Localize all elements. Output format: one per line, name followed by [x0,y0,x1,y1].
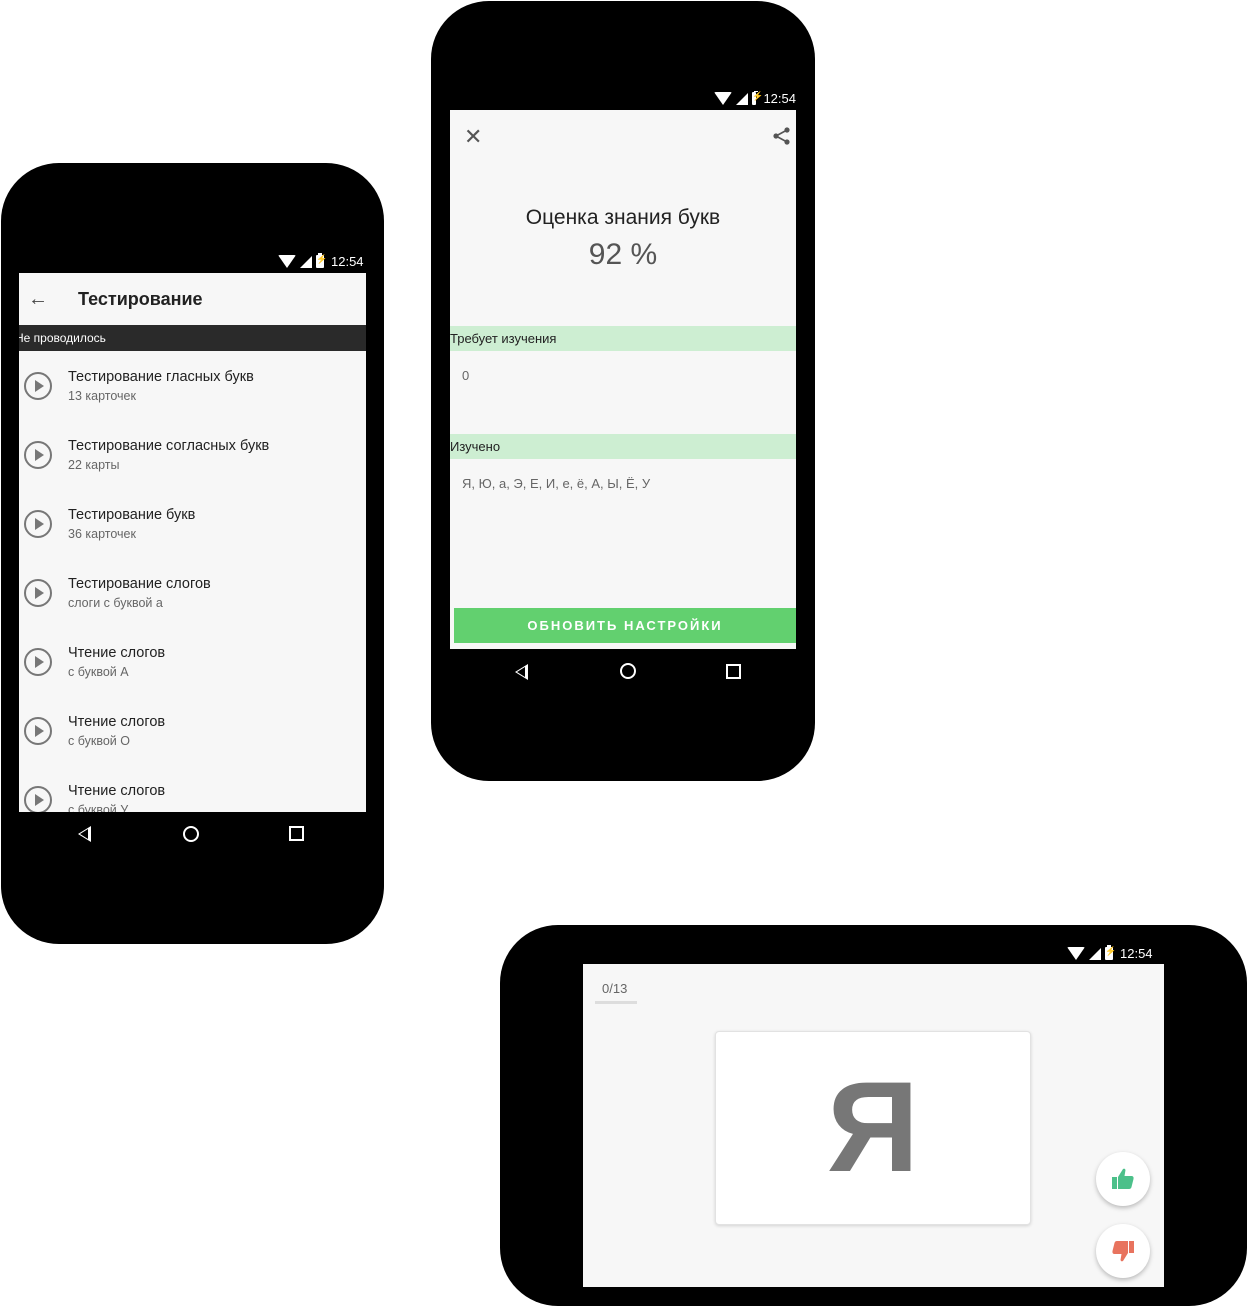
close-icon[interactable]: ✕ [464,124,482,150]
screen-testing-list: ← Тестирование Не проводилось Тестирован… [19,273,366,812]
item-title: Чтение слогов [68,644,166,661]
play-circle-icon[interactable] [24,440,52,469]
share-icon[interactable] [772,126,792,146]
item-title: Чтение слогов [68,713,166,730]
nav-recent-icon[interactable] [289,826,304,841]
wifi-icon [1067,947,1085,960]
battery-icon [752,91,764,105]
app-bar: ← Тестирование [19,273,366,325]
item-title: Тестирование согласных букв [68,437,270,454]
nav-home-icon[interactable] [620,663,636,679]
page-title: Тестирование [78,288,203,309]
section-header: Не проводилось [19,325,366,351]
status-bar: 12:54 [278,253,364,269]
wifi-icon [714,92,732,105]
item-subtitle: с буквой О [68,733,130,748]
back-arrow-icon[interactable]: ← [28,288,48,311]
flashcard[interactable]: Я [715,1031,1031,1225]
signal-icon [1089,947,1101,960]
test-list: Тестирование гласных букв 13 карточек Те… [19,351,366,812]
needs-study-value: 0 [462,368,470,383]
status-time: 12:54 [1120,946,1153,961]
item-title: Тестирование слогов [68,575,211,592]
list-item[interactable]: Чтение слогов с буквой У [19,765,366,812]
item-title: Тестирование гласных букв [68,368,254,385]
card-letter: Я [827,1056,919,1199]
status-time: 12:54 [331,254,364,269]
item-subtitle: с буквой У [68,802,129,813]
list-item[interactable]: Чтение слогов с буквой А [19,627,366,696]
list-item[interactable]: Чтение слогов с буквой О [19,696,366,765]
item-subtitle: слоги с буквой а [68,595,163,610]
learned-header: Изучено [450,434,796,459]
list-item[interactable]: Тестирование слогов слоги с буквой а [19,558,366,627]
list-item[interactable]: Тестирование согласных букв 22 карты [19,420,366,489]
learned-value: Я, Ю, а, Э, Е, И, е, ё, А, Ы, Ё, У [462,476,651,491]
list-item[interactable]: Тестирование гласных букв 13 карточек [19,351,366,420]
play-circle-icon[interactable] [24,371,52,400]
signal-icon [736,92,748,105]
progress-counter: 0/13 [602,981,628,996]
update-settings-button[interactable]: ОБНОВИТЬ НАСТРОЙКИ [454,608,796,643]
thumbs-up-button[interactable] [1096,1152,1150,1206]
thumbs-down-button[interactable] [1096,1224,1150,1278]
item-title: Чтение слогов [68,782,166,799]
signal-icon [300,255,312,268]
battery-icon [316,253,327,268]
item-subtitle: 13 карточек [68,388,136,403]
status-bar: 12:54 [1067,945,1153,961]
nav-home-icon[interactable] [183,826,199,842]
progress-bar [595,1001,637,1004]
nav-back-icon[interactable] [78,826,91,842]
status-bar: 12:54 [714,91,796,106]
thumbs-up-icon [1112,1168,1134,1189]
screen-results: ✕ Оценка знания букв 92 % Требует изучен… [450,110,796,649]
wifi-icon [278,255,296,268]
item-subtitle: 36 карточек [68,526,136,541]
item-subtitle: с буквой А [68,664,129,679]
needs-study-header: Требует изучения [450,326,796,351]
score-value: 92 % [588,238,658,271]
thumbs-down-icon [1112,1241,1134,1262]
play-circle-icon[interactable] [24,647,52,676]
list-item[interactable]: Тестирование букв 36 карточек [19,489,366,558]
play-circle-icon[interactable] [24,578,52,607]
play-circle-icon[interactable] [24,509,52,538]
play-circle-icon[interactable] [24,785,52,812]
results-title: Оценка знания букв [525,206,721,229]
play-circle-icon[interactable] [24,716,52,745]
battery-icon [1105,945,1116,960]
nav-recent-icon[interactable] [726,664,741,679]
item-subtitle: 22 карты [68,457,120,472]
screen-flashcard: 0/13 Я [583,964,1164,1287]
item-title: Тестирование букв [68,506,196,523]
status-time: 12:54 [763,91,796,106]
nav-back-icon[interactable] [515,664,528,680]
